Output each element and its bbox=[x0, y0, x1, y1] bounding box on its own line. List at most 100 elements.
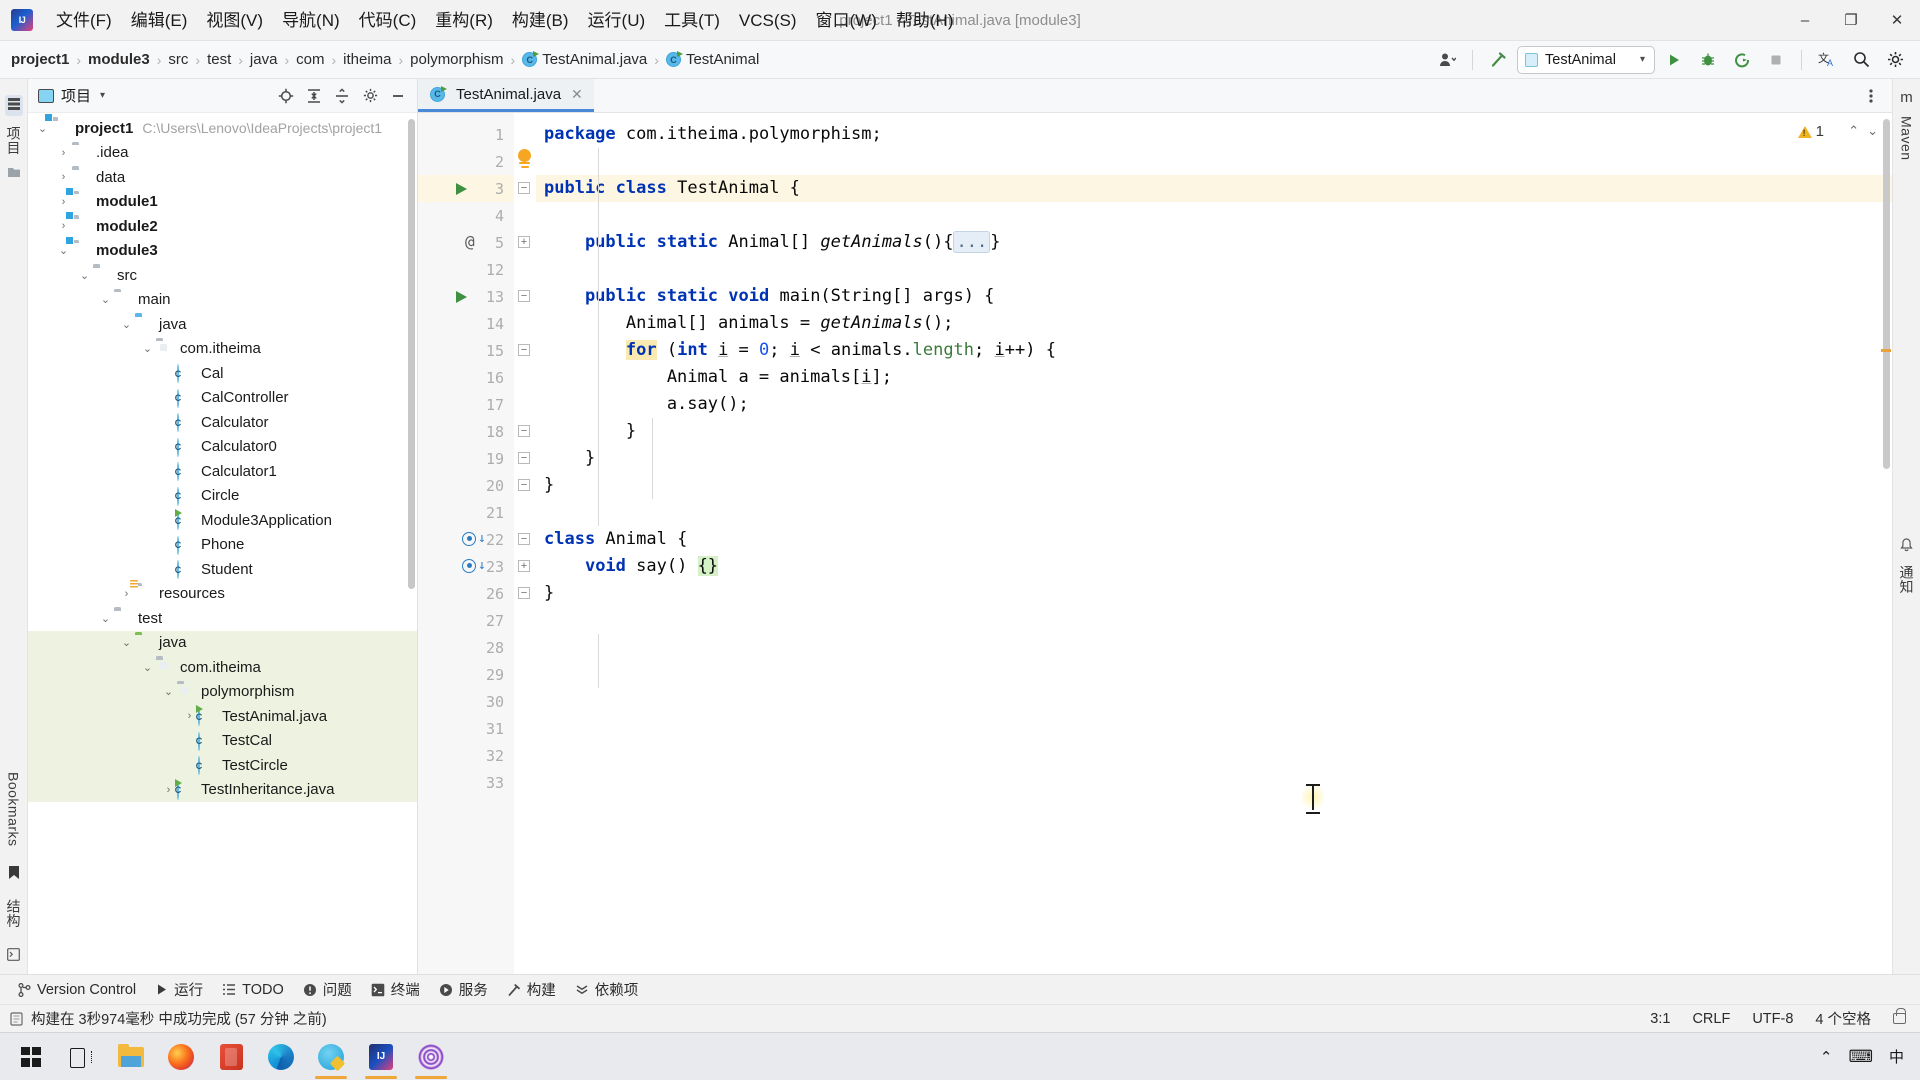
breadcrumb-item-module3[interactable]: module3 bbox=[88, 51, 150, 68]
tree-node-module1[interactable]: › module1 bbox=[28, 190, 417, 215]
file-encoding[interactable]: UTF-8 bbox=[1752, 1011, 1793, 1027]
run-play-icon[interactable] bbox=[1659, 46, 1689, 74]
previous-highlight-icon[interactable]: ⌃ bbox=[1848, 123, 1859, 139]
settings-gear-icon[interactable] bbox=[1880, 46, 1910, 74]
structure-tool-window-label[interactable]: 结构 bbox=[4, 899, 24, 928]
code-line-3[interactable]: public class TestAnimal { bbox=[536, 175, 1892, 202]
code-line-19[interactable]: } bbox=[536, 445, 1892, 472]
chevron-down-icon[interactable]: ⌄ bbox=[118, 318, 135, 331]
editor-fold-column[interactable]: − + − − − − − − + − bbox=[514, 113, 536, 974]
breadcrumb-item-polymorphism[interactable]: polymorphism bbox=[410, 51, 503, 68]
code-line-23[interactable]: void say() {} bbox=[536, 553, 1892, 580]
code-line-33[interactable] bbox=[536, 769, 1892, 796]
tree-node-project1[interactable]: ⌄ project1 C:\Users\Lenovo\IdeaProjects\pr… bbox=[28, 116, 417, 141]
line-number-26[interactable]: 26 bbox=[418, 580, 514, 607]
tree-node-module2[interactable]: › module2 bbox=[28, 214, 417, 239]
code-line-4[interactable] bbox=[536, 202, 1892, 229]
taskbar-edge[interactable] bbox=[256, 1033, 306, 1080]
breadcrumb-item-src[interactable]: src bbox=[168, 51, 188, 68]
fold-expand-icon[interactable]: + bbox=[518, 560, 530, 572]
intention-bulb-icon[interactable] bbox=[514, 149, 536, 171]
tree-node-calculator0[interactable]: ›Calculator0 bbox=[28, 435, 417, 460]
tree-node-testinheritance-java[interactable]: ›TestInheritance.java bbox=[28, 777, 417, 802]
taskbar-qq[interactable] bbox=[306, 1033, 356, 1080]
hide-panel-icon[interactable] bbox=[385, 83, 411, 109]
fold-region-18[interactable]: − bbox=[514, 418, 536, 445]
fold-collapse-icon[interactable]: − bbox=[518, 182, 530, 194]
chevron-down-icon[interactable]: ⌄ bbox=[76, 269, 93, 282]
code-line-32[interactable] bbox=[536, 742, 1892, 769]
line-number-3[interactable]: 3 bbox=[418, 175, 514, 202]
breadcrumb-item-project1[interactable]: project1 bbox=[11, 51, 69, 68]
fold-end-icon[interactable]: − bbox=[518, 452, 530, 464]
code-editor[interactable]: 1 2 3 4 5 @12 13 14 15 16 17 18 19 20 21 22 ↓ 23 ↓ 26 27 28 29… bbox=[418, 113, 1892, 974]
tree-node-phone[interactable]: ›Phone bbox=[28, 533, 417, 558]
tree-node-test[interactable]: ⌄ test bbox=[28, 606, 417, 631]
taskbar-office[interactable] bbox=[206, 1033, 256, 1080]
code-line-14[interactable]: Animal[] animals = getAnimals(); bbox=[536, 310, 1892, 337]
code-line-18[interactable]: } bbox=[536, 418, 1892, 445]
fold-collapse-icon[interactable]: − bbox=[518, 533, 530, 545]
code-line-22[interactable]: class Animal { bbox=[536, 526, 1892, 553]
stop-icon[interactable] bbox=[1761, 46, 1791, 74]
tool-window--[interactable]: 运行 bbox=[147, 976, 211, 1003]
code-line-17[interactable]: a.say(); bbox=[536, 391, 1892, 418]
build-status-message[interactable]: 构建在 3秒974毫秒 中成功完成 (57 分钟 之前) bbox=[10, 1008, 327, 1029]
annotation-gutter-icon[interactable]: @ bbox=[465, 232, 475, 251]
line-number-21[interactable]: 21 bbox=[418, 499, 514, 526]
code-line-15[interactable]: for (int i = 0; i < animals.length; i++)… bbox=[536, 337, 1892, 364]
tool-window--[interactable]: 终端 bbox=[363, 976, 428, 1003]
taskbar-file-explorer[interactable] bbox=[106, 1033, 156, 1080]
code-line-26[interactable]: } bbox=[536, 580, 1892, 607]
tool-window--[interactable]: 构建 bbox=[499, 976, 564, 1003]
line-number-5[interactable]: 5 @ bbox=[418, 229, 514, 256]
menu-item-7[interactable]: 运行(U) bbox=[579, 9, 655, 32]
tool-window--[interactable]: 问题 bbox=[295, 976, 360, 1003]
line-number-31[interactable]: 31 bbox=[418, 715, 514, 742]
code-line-2[interactable] bbox=[536, 148, 1892, 175]
chevron-right-icon[interactable]: › bbox=[55, 196, 72, 208]
tool-window--[interactable]: 服务 bbox=[431, 976, 496, 1003]
line-number-15[interactable]: 15 bbox=[418, 337, 514, 364]
line-number-33[interactable]: 33 bbox=[418, 769, 514, 796]
breadcrumb-item-java[interactable]: java bbox=[250, 51, 278, 68]
chevron-right-icon[interactable]: › bbox=[118, 588, 135, 600]
taskbar-intellij-idea[interactable] bbox=[356, 1033, 406, 1080]
fold-end-icon[interactable]: − bbox=[518, 587, 530, 599]
keyboard-icon[interactable]: ⌨ bbox=[1848, 1047, 1873, 1067]
code-line-12[interactable] bbox=[536, 256, 1892, 283]
line-number-1[interactable]: 1 bbox=[418, 121, 514, 148]
tree-node-module3[interactable]: ⌄ module3 bbox=[28, 239, 417, 264]
start-button[interactable] bbox=[6, 1033, 56, 1080]
editor-tab-testanimal[interactable]: TestAnimal.java ✕ bbox=[418, 79, 594, 112]
tree-node-java[interactable]: ⌄ java bbox=[28, 312, 417, 337]
user-profile-icon[interactable] bbox=[1432, 46, 1462, 74]
fold-region-22[interactable]: − bbox=[514, 526, 536, 553]
breadcrumb-item-testanimal[interactable]: TestAnimal bbox=[665, 51, 759, 68]
overridden-method-icon[interactable] bbox=[462, 559, 476, 573]
tree-node-calculator1[interactable]: ›Calculator1 bbox=[28, 459, 417, 484]
line-number-14[interactable]: 14 bbox=[418, 310, 514, 337]
code-line-30[interactable] bbox=[536, 688, 1892, 715]
notifications-tool-window-label[interactable]: 通知 bbox=[1897, 565, 1917, 594]
fold-region-26[interactable]: − bbox=[514, 580, 536, 607]
breadcrumb-item-testanimal-java[interactable]: TestAnimal.java bbox=[522, 51, 647, 68]
code-line-21[interactable] bbox=[536, 499, 1892, 526]
show-hidden-icons-chevron[interactable]: ⌃ bbox=[1820, 1048, 1833, 1066]
tree-node-cal[interactable]: ›Cal bbox=[28, 361, 417, 386]
menu-item-1[interactable]: 编辑(E) bbox=[122, 9, 197, 32]
next-highlight-icon[interactable]: ⌄ bbox=[1867, 123, 1878, 139]
debug-bug-icon[interactable] bbox=[1693, 46, 1723, 74]
line-number-29[interactable]: 29 bbox=[418, 661, 514, 688]
line-separator[interactable]: CRLF bbox=[1692, 1011, 1730, 1027]
build-hammer-icon[interactable] bbox=[1483, 46, 1513, 74]
tree-node-student[interactable]: ›Student bbox=[28, 557, 417, 582]
search-icon[interactable] bbox=[1846, 46, 1876, 74]
commit-tool-window-icon[interactable] bbox=[7, 165, 21, 181]
fold-region-19[interactable]: − bbox=[514, 445, 536, 472]
line-number-19[interactable]: 19 bbox=[418, 445, 514, 472]
minimize-button[interactable]: – bbox=[1782, 0, 1828, 41]
maven-tool-window-label[interactable]: Maven bbox=[1899, 116, 1915, 161]
chevron-down-icon[interactable]: ▾ bbox=[100, 90, 105, 101]
editor-gutter[interactable]: 1 2 3 4 5 @12 13 14 15 16 17 18 19 20 21 22 ↓ 23 ↓ 26 27 28 29… bbox=[418, 113, 514, 974]
